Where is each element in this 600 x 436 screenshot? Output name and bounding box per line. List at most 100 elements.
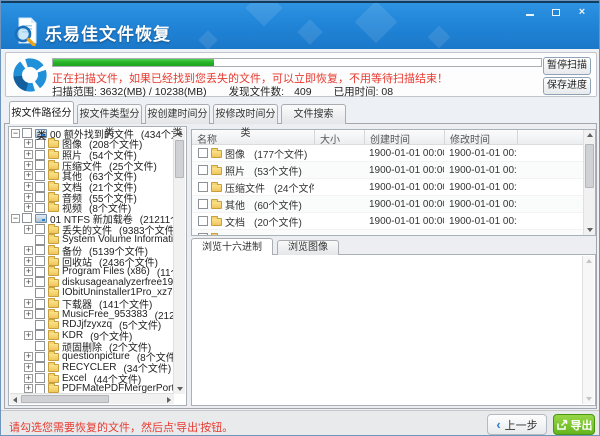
scroll-up-icon[interactable]	[584, 130, 596, 140]
expand-icon[interactable]: +	[24, 246, 33, 255]
tab-by-type[interactable]: 按文件类型分类	[77, 104, 142, 124]
scroll-up-icon[interactable]	[583, 256, 595, 266]
expand-icon[interactable]: +	[24, 278, 33, 287]
tree-item-checkbox[interactable]	[35, 352, 45, 362]
expand-icon[interactable]: +	[24, 193, 33, 202]
tab-by-modify-time[interactable]: 按修改时间分类	[213, 104, 278, 124]
scroll-left-icon[interactable]	[10, 394, 20, 405]
tree-item-checkbox[interactable]	[35, 235, 45, 245]
scrollbar-thumb[interactable]	[585, 144, 594, 188]
row-checkbox[interactable]	[198, 216, 208, 226]
tree-item-checkbox[interactable]	[35, 224, 45, 234]
tree-item-checkbox[interactable]	[35, 192, 45, 202]
scrollbar-thumb[interactable]	[21, 395, 109, 403]
scroll-right-icon[interactable]	[164, 394, 174, 405]
export-button[interactable]: 导出	[553, 414, 595, 435]
expand-icon[interactable]: +	[24, 331, 33, 340]
expand-icon[interactable]: +	[24, 363, 33, 372]
folder-icon	[48, 151, 59, 159]
expand-icon[interactable]: +	[24, 267, 33, 276]
tree-item-checkbox[interactable]	[35, 288, 45, 298]
expand-icon[interactable]: +	[24, 150, 33, 159]
scroll-down-icon[interactable]	[174, 384, 186, 394]
tree-item-checkbox[interactable]	[35, 373, 45, 383]
tree-item-checkbox[interactable]	[35, 245, 45, 255]
tree-item[interactable]: +丢失的文件(9383个文件)	[11, 224, 173, 235]
expand-icon[interactable]: +	[24, 352, 33, 361]
restore-icon[interactable]	[549, 7, 563, 18]
row-checkbox[interactable]	[198, 233, 208, 235]
tree-item-checkbox[interactable]	[35, 171, 45, 181]
row-checkbox[interactable]	[198, 182, 208, 192]
tree-item-checkbox[interactable]	[35, 182, 45, 192]
expand-icon[interactable]: +	[24, 171, 33, 180]
tab-by-create-time[interactable]: 按创建时间分类	[145, 104, 210, 124]
row-checkbox[interactable]	[198, 148, 208, 158]
column-header-modified[interactable]: 修改时间	[444, 130, 517, 144]
expand-icon[interactable]: +	[24, 203, 33, 212]
expand-icon[interactable]: +	[24, 299, 33, 308]
tree-item-checkbox[interactable]	[22, 128, 32, 138]
tree-item-checkbox[interactable]	[35, 277, 45, 287]
close-icon[interactable]: ×	[575, 7, 589, 18]
tree-item[interactable]: +RECYCLER(34个文件)	[11, 362, 173, 373]
back-button[interactable]: ‹ 上一步	[487, 414, 547, 435]
tab-hex-view[interactable]: 浏览十六进制	[191, 238, 273, 255]
tree-item-checkbox[interactable]	[22, 213, 32, 223]
column-header-size[interactable]: 大小	[314, 130, 364, 144]
tree-item-checkbox[interactable]	[35, 150, 45, 160]
row-checkbox[interactable]	[198, 199, 208, 209]
table-row[interactable]: 压缩文件(24个文件)1900-01-01 00:001900-01-01 00…	[192, 179, 583, 196]
tree-item[interactable]: +下载器(141个文件)	[11, 298, 173, 309]
tree-item-checkbox[interactable]	[35, 203, 45, 213]
expand-icon[interactable]: +	[24, 310, 33, 319]
tree-item[interactable]: +Program Files (x86)(11个文件)	[11, 266, 173, 277]
tree-item[interactable]: +diskusageanalyzerfree19(23个	[11, 277, 173, 288]
tab-file-search[interactable]: 文件搜索	[281, 104, 346, 124]
tree-horizontal-scrollbar[interactable]	[10, 393, 174, 404]
tree-item-checkbox[interactable]	[35, 330, 45, 340]
table-row[interactable]: 图像(177个文件)1900-01-01 00:001900-01-01 00:…	[192, 145, 583, 162]
expand-icon[interactable]: +	[24, 374, 33, 383]
pause-scan-button[interactable]: 暂停扫描	[543, 57, 591, 75]
deco-diamond	[246, 1, 283, 26]
column-header-created[interactable]: 创建时间	[364, 130, 444, 144]
save-progress-button[interactable]: 保存进度	[543, 77, 591, 95]
table-row[interactable]: 其他(60个文件)1900-01-01 00:001900-01-01 00:0…	[192, 196, 583, 213]
table-header-row: 名称 大小 创建时间 修改时间	[192, 130, 595, 145]
preview-vertical-scrollbar[interactable]	[582, 256, 594, 404]
expand-icon[interactable]: +	[24, 161, 33, 170]
table-row[interactable]: 文档(20个文件)1900-01-01 00:001900-01-01 00:0…	[192, 213, 583, 230]
scroll-down-icon[interactable]	[583, 394, 595, 404]
scrollbar-thumb[interactable]	[175, 140, 184, 178]
tree-item-checkbox[interactable]	[35, 299, 45, 309]
table-row[interactable]: 照片(53个文件)1900-01-01 00:001900-01-01 00:0…	[192, 162, 583, 179]
tree-item-checkbox[interactable]	[35, 267, 45, 277]
table-row[interactable]	[192, 230, 583, 235]
table-vertical-scrollbar[interactable]	[583, 130, 595, 235]
column-header-name[interactable]: 名称	[192, 130, 314, 144]
tree-item-checkbox[interactable]	[35, 309, 45, 319]
app-window: 乐易佳文件恢复 × 正在扫描文件，如果已经找到您丢失的文件，可以立即恢复，不用等…	[0, 0, 600, 436]
deco-diamond	[198, 30, 218, 49]
tree-item-checkbox[interactable]	[35, 341, 45, 351]
tab-image-view[interactable]: 浏览图像	[277, 240, 339, 255]
minimize-icon[interactable]	[523, 7, 537, 18]
tab-by-path[interactable]: 按文件路径分类	[9, 101, 74, 124]
expand-icon[interactable]: +	[24, 139, 33, 148]
folder-icon	[48, 183, 59, 191]
collapse-icon[interactable]: −	[11, 129, 20, 138]
tree-vertical-scrollbar[interactable]	[173, 128, 185, 394]
tree-item-checkbox[interactable]	[35, 160, 45, 170]
tree-item-checkbox[interactable]	[35, 256, 45, 266]
expand-icon[interactable]: +	[24, 225, 33, 234]
expand-icon[interactable]: +	[24, 257, 33, 266]
tree-item-checkbox[interactable]	[35, 362, 45, 372]
expand-icon[interactable]: +	[24, 182, 33, 191]
collapse-icon[interactable]: −	[11, 214, 20, 223]
scroll-down-icon[interactable]	[584, 225, 596, 235]
row-checkbox[interactable]	[198, 165, 208, 175]
tree-item-checkbox[interactable]	[35, 320, 45, 330]
scan-range: 扫描范围: 3632(MB) / 10238(MB)	[52, 84, 207, 99]
expand-icon[interactable]: +	[24, 384, 33, 393]
